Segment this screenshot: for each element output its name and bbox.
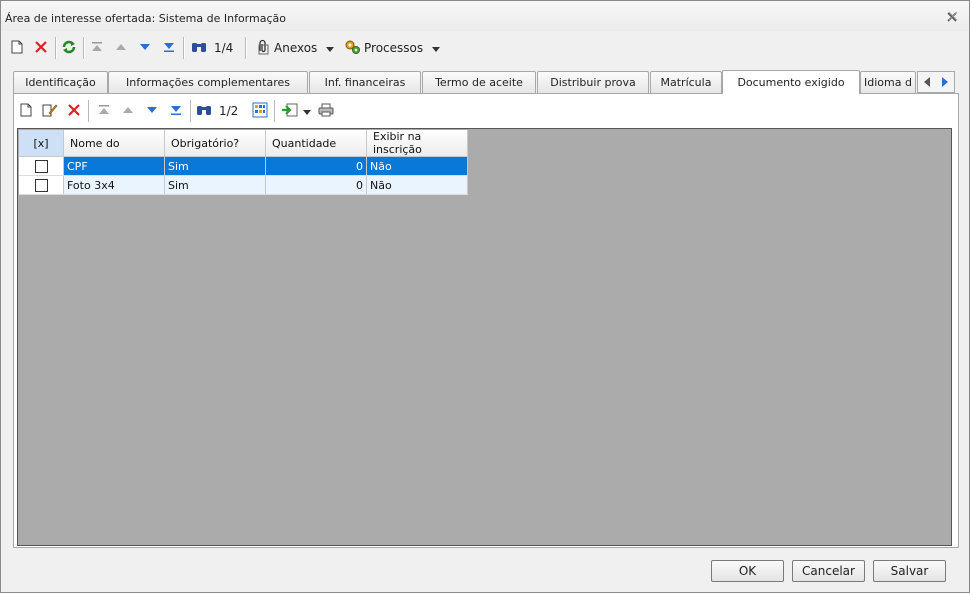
grid-record-counter: 1/2 (219, 104, 239, 118)
table-header-row: [x] Nome do Obrigatório? Quantidade Exib… (19, 130, 468, 157)
documents-grid: [x] Nome do Obrigatório? Quantidade Exib… (17, 128, 952, 546)
cell-obrigatorio[interactable]: Sim (164, 156, 266, 176)
tab-scroll-buttons (917, 71, 955, 93)
documents-table: [x] Nome do Obrigatório? Quantidade Exib… (19, 130, 468, 195)
cell-quantidade[interactable]: 0 (265, 175, 367, 195)
tab-scroll-right-icon[interactable] (936, 72, 954, 92)
dialog-window: Área de interesse ofertada: Sistema de I… (0, 0, 970, 593)
tab-informacoes-complementares[interactable]: Informações complementares (108, 71, 308, 93)
tab-inf-financeiras[interactable]: Inf. financeiras (309, 71, 421, 93)
cell-obrigatorio[interactable]: Sim (164, 175, 266, 195)
anexos-dropdown-icon[interactable] (326, 47, 334, 52)
processos-button[interactable]: Processos (364, 41, 423, 55)
tab-termo-de-aceite[interactable]: Termo de aceite (422, 71, 536, 93)
tab-scroll-left-icon[interactable] (918, 72, 936, 92)
print-icon[interactable] (316, 100, 336, 120)
cancel-button[interactable]: Cancelar (792, 560, 865, 582)
title-bar: Área de interesse ofertada: Sistema de I… (1, 1, 969, 31)
grid-binoculars-icon[interactable] (194, 100, 214, 120)
row-checkbox[interactable] (34, 159, 48, 173)
grid-last-record-icon[interactable] (166, 100, 186, 120)
row-checkbox-cell (19, 175, 64, 195)
paperclip-icon[interactable] (253, 37, 273, 57)
tab-documento-exigido[interactable]: Documento exigido (722, 70, 860, 94)
export-icon[interactable] (280, 100, 300, 120)
previous-record-icon[interactable] (111, 37, 131, 57)
grid-view-icon[interactable] (250, 100, 270, 120)
column-header-obrigatorio[interactable]: Obrigatório? (164, 130, 266, 157)
delete-icon[interactable] (31, 37, 51, 57)
row-checkbox-cell (19, 156, 64, 176)
grid-toolbar: 1/2 (16, 98, 956, 124)
cell-exibir[interactable]: Não (366, 156, 468, 176)
export-dropdown-icon[interactable] (303, 110, 311, 115)
select-all-header[interactable]: [x] (19, 130, 64, 157)
main-toolbar: 1/4 Anexos Processos (5, 35, 965, 61)
new-document-icon[interactable] (16, 100, 36, 120)
new-record-icon[interactable] (7, 37, 27, 57)
first-record-icon[interactable] (87, 37, 107, 57)
last-record-icon[interactable] (159, 37, 179, 57)
process-gears-icon[interactable] (343, 37, 363, 57)
column-header-quantidade[interactable]: Quantidade (265, 130, 367, 157)
anexos-button[interactable]: Anexos (274, 41, 317, 55)
row-checkbox[interactable] (34, 178, 48, 192)
column-header-exibir[interactable]: Exibir na inscrição (366, 130, 468, 157)
table-row[interactable]: CPF Sim 0 Não (19, 156, 468, 176)
edit-document-icon[interactable] (40, 100, 60, 120)
ok-button[interactable]: OK (711, 560, 784, 582)
cell-exibir[interactable]: Não (366, 175, 468, 195)
tab-strip: Identificação Informações complementares… (13, 70, 959, 94)
cell-quantidade[interactable]: 0 (265, 156, 367, 176)
cell-nome[interactable]: CPF (63, 156, 165, 176)
column-header-nome[interactable]: Nome do (63, 130, 165, 157)
grid-first-record-icon[interactable] (94, 100, 114, 120)
tab-identificacao[interactable]: Identificação (13, 71, 108, 93)
save-button[interactable]: Salvar (873, 560, 946, 582)
close-icon[interactable] (945, 10, 959, 24)
next-record-icon[interactable] (135, 37, 155, 57)
record-counter: 1/4 (214, 41, 234, 55)
binoculars-icon[interactable] (189, 37, 209, 57)
window-title: Área de interesse ofertada: Sistema de I… (5, 12, 286, 25)
tab-idioma[interactable]: Idioma d (860, 71, 916, 93)
refresh-icon[interactable] (59, 37, 79, 57)
tab-matricula[interactable]: Matrícula (650, 71, 722, 93)
delete-document-icon[interactable] (64, 100, 84, 120)
table-row[interactable]: Foto 3x4 Sim 0 Não (19, 175, 468, 195)
tab-distribuir-prova[interactable]: Distribuir prova (537, 71, 649, 93)
tab-panel-documento-exigido: 1/2 [x] Nome do Obrigatório? Quantidade … (13, 93, 959, 548)
cell-nome[interactable]: Foto 3x4 (63, 175, 165, 195)
grid-next-record-icon[interactable] (142, 100, 162, 120)
grid-previous-record-icon[interactable] (118, 100, 138, 120)
processos-dropdown-icon[interactable] (432, 47, 440, 52)
